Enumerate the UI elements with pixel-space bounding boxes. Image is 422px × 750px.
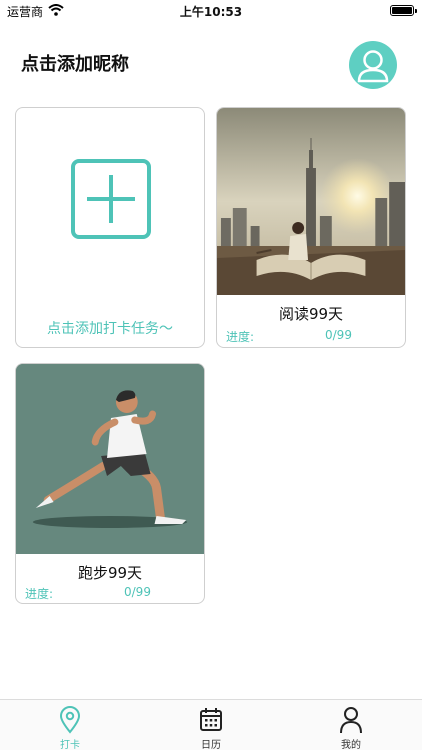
tab-calendar[interactable]: 日历	[171, 700, 251, 750]
status-bar: 运营商 上午10:53	[0, 0, 422, 22]
tab-checkin[interactable]: 打卡	[30, 700, 110, 750]
add-task-card[interactable]: 点击添加打卡任务～	[15, 107, 205, 348]
tab-bar: 打卡 日历 我的	[0, 699, 422, 750]
battery-icon	[390, 5, 417, 16]
status-time: 上午10:53	[179, 5, 243, 19]
nickname-title[interactable]: 点击添加昵称	[21, 50, 129, 76]
tab-label: 我的	[341, 740, 361, 750]
add-task-label: 点击添加打卡任务～	[47, 321, 173, 337]
progress-value: 0/99	[124, 585, 151, 599]
reading-cover-image	[217, 108, 405, 295]
progress-value: 0/99	[325, 328, 352, 342]
running-cover-image	[16, 364, 204, 554]
tab-label: 打卡	[60, 740, 80, 750]
tab-mine[interactable]: 我的	[311, 700, 391, 750]
task-card-running[interactable]: 跑步99天 进度: 0/99	[15, 363, 205, 604]
task-title: 阅读99天	[278, 305, 344, 323]
calendar-icon	[200, 708, 222, 731]
plus-square-icon	[71, 159, 151, 239]
task-title: 跑步99天	[77, 564, 143, 582]
person-icon	[340, 707, 362, 734]
progress-label: 进度:	[226, 330, 255, 344]
location-pin-icon	[59, 706, 81, 734]
tab-label: 日历	[201, 740, 221, 750]
user-avatar-icon	[357, 50, 389, 83]
task-card-reading[interactable]: 阅读99天 进度: 0/99	[216, 107, 406, 348]
progress-label: 进度:	[25, 587, 54, 601]
avatar[interactable]	[349, 41, 397, 89]
